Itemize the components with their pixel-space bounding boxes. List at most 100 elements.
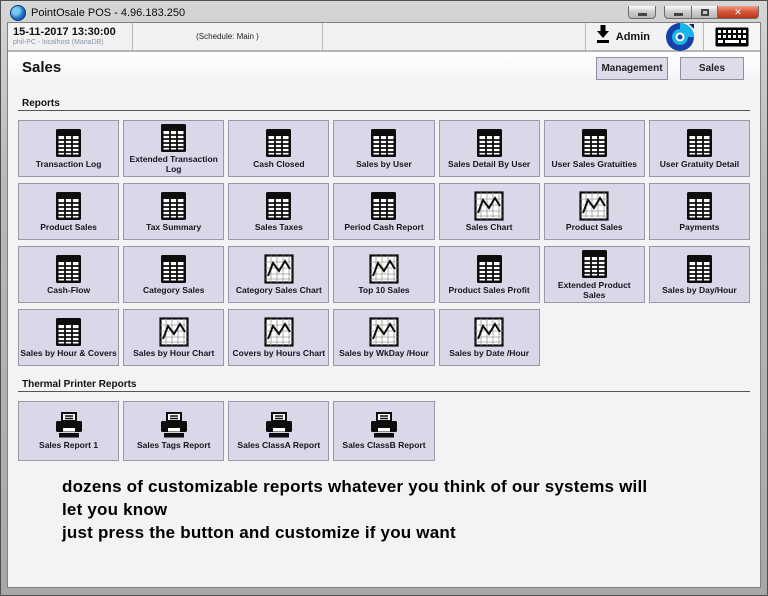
table-icon xyxy=(581,249,608,279)
table-icon xyxy=(160,123,187,153)
report-button-product-sales-profit[interactable]: Product Sales Profit xyxy=(439,246,540,303)
minimize-icon xyxy=(674,13,683,16)
report-button-label: User Sales Gratuities xyxy=(552,159,638,169)
app-window: PointOsale POS - 4.96.183.250 ✕ 15-11-20… xyxy=(0,0,768,596)
report-button-sales-taxes[interactable]: Sales Taxes xyxy=(228,183,329,240)
report-button-period-cash-report[interactable]: Period Cash Report xyxy=(333,183,434,240)
datetime-cell: 15-11-2017 13:30:00 phil-PC - localhost … xyxy=(8,23,133,50)
report-button-label: Sales by User xyxy=(356,159,412,169)
report-button-tax-summary[interactable]: Tax Summary xyxy=(123,183,224,240)
report-button-label: Cash-Flow xyxy=(47,285,90,295)
minimize-button[interactable] xyxy=(664,6,691,19)
report-button-label: Product Sales xyxy=(566,222,623,232)
pin-button[interactable] xyxy=(628,6,656,19)
report-button-label: Category Sales Chart xyxy=(236,285,322,295)
schedule-label: (Schedule: Main ) xyxy=(133,23,323,50)
report-button-extended-product-sales[interactable]: Extended Product Sales xyxy=(544,246,645,303)
report-button-label: Cash Closed xyxy=(253,159,305,169)
report-button-covers-by-hours-chart[interactable]: Covers by Hours Chart xyxy=(228,309,329,366)
thermal-report-button-sales-tags-report[interactable]: Sales Tags Report xyxy=(123,401,224,461)
window-title: PointOsale POS - 4.96.183.250 xyxy=(31,7,623,19)
chart-icon xyxy=(369,254,399,284)
content: Reports Transaction LogExtended Transact… xyxy=(8,85,760,587)
table-icon xyxy=(686,128,713,158)
report-button-label: Sales by Hour Chart xyxy=(133,348,214,358)
report-button-user-gratuity-detail[interactable]: User Gratuity Detail xyxy=(649,120,750,177)
thermal-section-rule xyxy=(18,391,750,392)
table-icon xyxy=(370,191,397,221)
report-button-product-sales[interactable]: Product Sales xyxy=(18,183,119,240)
thermal-report-button-label: Sales ClassA Report xyxy=(237,440,320,450)
report-button-sales-by-wkday-hour[interactable]: Sales by WkDay /Hour xyxy=(333,309,434,366)
report-button-cash-closed[interactable]: Cash Closed xyxy=(228,120,329,177)
page-head: Sales Management Sales xyxy=(8,52,760,85)
toolbar: 15-11-2017 13:30:00 phil-PC - localhost … xyxy=(8,23,760,52)
report-button-label: Covers by Hours Chart xyxy=(233,348,326,358)
chart-icon xyxy=(369,317,399,347)
keyboard-icon xyxy=(715,27,749,47)
chart-icon xyxy=(264,254,294,284)
report-button-product-sales[interactable]: Product Sales xyxy=(544,183,645,240)
admin-button[interactable]: Admin xyxy=(585,23,657,50)
toolbar-spacer xyxy=(323,23,585,50)
datetime-label: 15-11-2017 13:30:00 xyxy=(13,26,127,38)
report-button-label: Sales by Hour & Covers xyxy=(20,348,116,358)
maximize-button[interactable] xyxy=(691,6,717,19)
report-button-sales-by-hour-covers[interactable]: Sales by Hour & Covers xyxy=(18,309,119,366)
report-button-transaction-log[interactable]: Transaction Log xyxy=(18,120,119,177)
tab-sales[interactable]: Sales xyxy=(680,57,744,80)
chart-icon xyxy=(264,317,294,347)
tab-management[interactable]: Management xyxy=(596,57,668,80)
maximize-icon xyxy=(701,9,709,16)
table-icon xyxy=(476,128,503,158)
report-button-label: User Gratuity Detail xyxy=(660,159,739,169)
report-button-sales-by-day-hour[interactable]: Sales by Day/Hour xyxy=(649,246,750,303)
thermal-report-button-label: Sales Tags Report xyxy=(137,440,211,450)
admin-download-icon xyxy=(593,24,613,49)
thermal-report-button-sales-classb-report[interactable]: Sales ClassB Report xyxy=(333,401,434,461)
report-button-label: Sales Taxes xyxy=(255,222,303,232)
caption-line: let you know xyxy=(62,498,752,521)
host-label: phil-PC - localhost (MariaDB) xyxy=(13,38,127,47)
report-button-top-10-sales[interactable]: Top 10 Sales xyxy=(333,246,434,303)
keyboard-button[interactable] xyxy=(703,23,760,50)
table-icon xyxy=(160,254,187,284)
report-button-payments[interactable]: Payments xyxy=(649,183,750,240)
report-button-sales-by-date-hour[interactable]: Sales by Date /Hour xyxy=(439,309,540,366)
report-button-category-sales[interactable]: Category Sales xyxy=(123,246,224,303)
table-icon xyxy=(55,317,82,347)
report-button-sales-detail-by-user[interactable]: Sales Detail By User xyxy=(439,120,540,177)
pointosale-logo xyxy=(657,23,703,50)
page-title: Sales xyxy=(22,59,61,76)
table-icon xyxy=(581,128,608,158)
report-button-label: Product Sales xyxy=(40,222,97,232)
report-button-category-sales-chart[interactable]: Category Sales Chart xyxy=(228,246,329,303)
app-icon xyxy=(10,5,26,21)
thermal-report-button-sales-classa-report[interactable]: Sales ClassA Report xyxy=(228,401,329,461)
report-button-label: Sales by Day/Hour xyxy=(662,285,737,295)
thermal-report-button-sales-report-1[interactable]: Sales Report 1 xyxy=(18,401,119,461)
printer-icon xyxy=(53,412,85,439)
chart-icon xyxy=(474,191,504,221)
thermal-printer-grid: Sales Report 1 Sales Tags Report Sales Cla… xyxy=(18,401,750,461)
table-icon xyxy=(55,191,82,221)
report-button-user-sales-gratuities[interactable]: User Sales Gratuities xyxy=(544,120,645,177)
close-button[interactable]: ✕ xyxy=(717,6,759,19)
thermal-report-button-label: Sales ClassB Report xyxy=(342,440,425,450)
report-button-label: Sales Chart xyxy=(466,222,513,232)
app-frame: 15-11-2017 13:30:00 phil-PC - localhost … xyxy=(7,22,761,588)
window-controls: ✕ xyxy=(628,6,759,19)
dash-icon xyxy=(638,13,647,16)
report-button-label: Payments xyxy=(679,222,719,232)
table-icon xyxy=(55,128,82,158)
report-button-sales-chart[interactable]: Sales Chart xyxy=(439,183,540,240)
table-icon xyxy=(686,191,713,221)
table-icon xyxy=(160,191,187,221)
report-button-extended-transaction-log[interactable]: Extended Transaction Log xyxy=(123,120,224,177)
report-button-cash-flow[interactable]: Cash-Flow xyxy=(18,246,119,303)
table-icon xyxy=(476,254,503,284)
chart-icon xyxy=(159,317,189,347)
thermal-report-button-label: Sales Report 1 xyxy=(39,440,98,450)
report-button-sales-by-hour-chart[interactable]: Sales by Hour Chart xyxy=(123,309,224,366)
report-button-sales-by-user[interactable]: Sales by User xyxy=(333,120,434,177)
